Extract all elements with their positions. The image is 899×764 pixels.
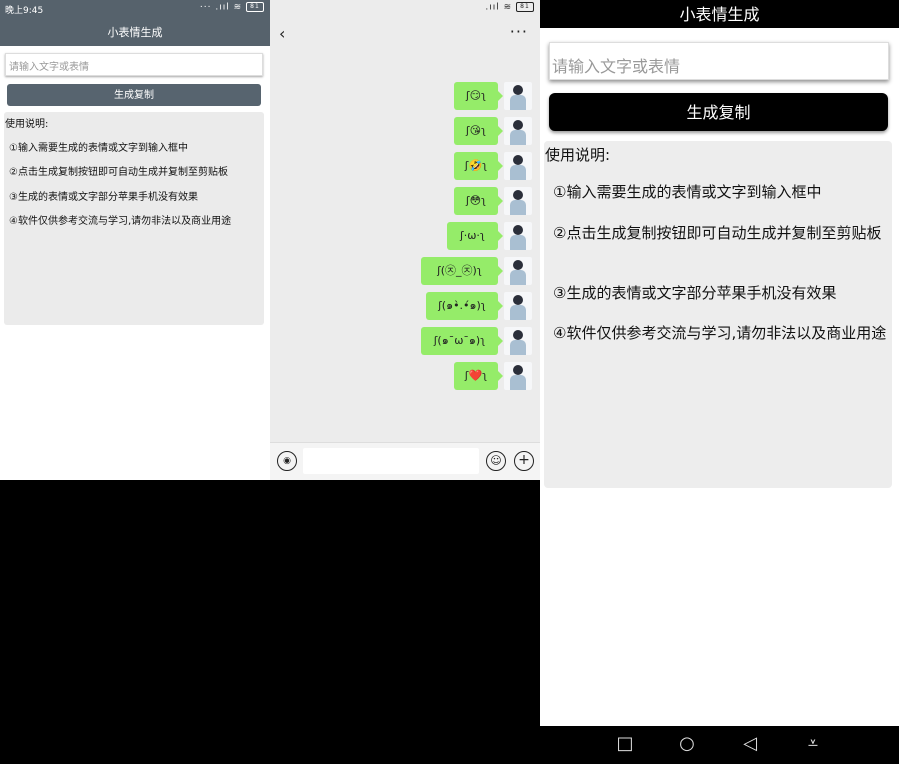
message-bubble[interactable]: ʃ(๑¯ω¯๑)ʅ xyxy=(421,327,503,355)
message-bubble[interactable]: ʃ❤️ʅ xyxy=(454,362,503,390)
instruction-item: ②点击生成复制按钮即可自动生成并复制至剪贴板 xyxy=(9,167,228,178)
avatar[interactable] xyxy=(504,362,532,390)
page-title: 小表情生成 xyxy=(0,18,270,46)
avatar[interactable] xyxy=(504,257,532,285)
message-bubble[interactable]: ʃ(๑•̀.•́๑)ʅ xyxy=(426,292,503,320)
message-bubble[interactable]: ʃ😳ʅ xyxy=(454,187,503,215)
instruction-item: ②点击生成复制按钮即可自动生成并复制至剪贴板 xyxy=(553,224,882,242)
instructions-header: 使用说明: xyxy=(5,119,49,130)
page-title: 小表情生成 xyxy=(540,0,899,28)
message-input[interactable] xyxy=(303,448,479,474)
back-triangle-icon[interactable]: ◁ xyxy=(738,734,762,754)
avatar[interactable] xyxy=(504,117,532,145)
message-bubble[interactable]: ʃ😏ʅ xyxy=(454,82,503,110)
app-screen-right: 小表情生成 请输入文字或表情 生成复制 使用说明: ①输入需要生成的表情或文字到… xyxy=(540,0,899,764)
generate-copy-button[interactable]: 生成复制 xyxy=(549,93,888,131)
avatar[interactable] xyxy=(504,152,532,180)
status-bar: 晚上9:45 ··· .ııl ≋ 81 xyxy=(0,0,270,18)
back-arrow-icon[interactable]: ‹ xyxy=(279,24,285,43)
signal-wifi-icon: .ııl ≋ xyxy=(485,2,513,13)
status-icons: .ııl ≋ 81 xyxy=(485,2,534,13)
chat-input-bar: ◉ ☺ + xyxy=(270,442,540,480)
status-icons: ··· .ııl ≋ 81 xyxy=(200,2,264,13)
instruction-item: ④软件仅供参考交流与学习,请勿非法以及商业用途 xyxy=(9,216,232,227)
instructions-card: 使用说明: ①输入需要生成的表情或文字到输入框中 ②点击生成复制按钮即可自动生成… xyxy=(4,112,264,325)
generate-copy-button[interactable]: 生成复制 xyxy=(7,84,261,106)
avatar[interactable] xyxy=(504,327,532,355)
message-bubble[interactable]: ʃ😘ʅ xyxy=(454,117,503,145)
message-bubble[interactable]: ʃ(㉨_㉨)ʅ xyxy=(421,257,503,285)
message-bubble[interactable]: ʃ🤣ʅ xyxy=(454,152,503,180)
avatar[interactable] xyxy=(504,222,532,250)
instruction-item: ①输入需要生成的表情或文字到输入框中 xyxy=(9,143,188,154)
instruction-item: ④软件仅供参考交流与学习,请勿非法以及商业用途 xyxy=(553,324,887,342)
instruction-item: ①输入需要生成的表情或文字到输入框中 xyxy=(553,183,822,201)
message-bubble[interactable]: ʃ·ω·ʅ xyxy=(447,222,503,250)
recents-square-icon[interactable]: □ xyxy=(613,734,637,754)
system-nav-bar: □ ○ ◁ ⩡ xyxy=(540,726,899,764)
text-input[interactable]: 请输入文字或表情 xyxy=(5,53,263,76)
avatar[interactable] xyxy=(504,82,532,110)
home-circle-icon[interactable]: ○ xyxy=(675,734,699,754)
more-options-icon[interactable]: ··· xyxy=(510,22,528,41)
instructions-header: 使用说明: xyxy=(545,146,611,164)
chat-screen: .ııl ≋ 81 ‹ ··· ʃ😏ʅ ʃ😘ʅ ʃ🤣ʅ ʃ😳ʅ ʃ·ω·ʅ ʃ(… xyxy=(270,0,540,480)
signal-wifi-icon: ··· .ııl ≋ xyxy=(199,2,243,13)
instruction-item: ③生成的表情或文字部分苹果手机没有效果 xyxy=(9,192,198,203)
instructions-card: 使用说明: ①输入需要生成的表情或文字到输入框中 ②点击生成复制按钮即可自动生成… xyxy=(544,141,892,488)
avatar[interactable] xyxy=(504,292,532,320)
notification-down-icon[interactable]: ⩡ xyxy=(801,734,825,754)
status-time: 晚上9:45 xyxy=(5,6,44,16)
app-screen-left: 晚上9:45 ··· .ııl ≋ 81 小表情生成 请输入文字或表情 生成复制… xyxy=(0,0,270,480)
voice-icon[interactable]: ◉ xyxy=(277,451,297,471)
plus-icon[interactable]: + xyxy=(514,451,534,471)
battery-icon: 81 xyxy=(516,2,534,12)
input-placeholder: 请输入文字或表情 xyxy=(552,57,681,76)
battery-icon: 81 xyxy=(246,2,264,12)
avatar[interactable] xyxy=(504,187,532,215)
text-input[interactable]: 请输入文字或表情 xyxy=(549,42,889,80)
instruction-item: ③生成的表情或文字部分苹果手机没有效果 xyxy=(553,284,837,302)
input-placeholder: 请输入文字或表情 xyxy=(9,62,89,73)
emoji-icon[interactable]: ☺ xyxy=(486,451,506,471)
